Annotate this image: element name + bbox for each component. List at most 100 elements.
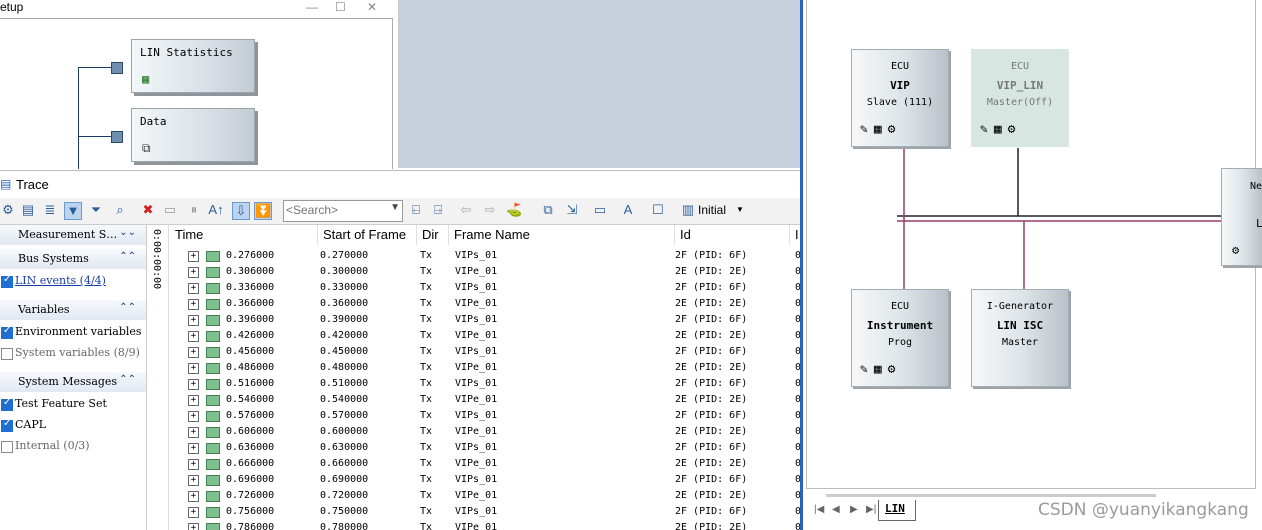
expand-icon[interactable]: ⌃⌃	[119, 302, 136, 313]
expand-icon[interactable]: +	[188, 443, 199, 454]
marker-icon[interactable]: ⛳	[506, 202, 522, 218]
search-next-icon[interactable]: ⍈	[430, 202, 446, 218]
connector-bullet[interactable]	[111, 62, 123, 74]
checkbox[interactable]	[1, 397, 13, 411]
table-row[interactable]: +0.336000 0.330000 Tx VIPs_01 2F (PID: 6F) 0	[170, 280, 800, 296]
column-header-dir[interactable]: Dir	[417, 225, 449, 245]
expand-icon[interactable]: +	[188, 347, 199, 358]
table-row[interactable]: +0.276000 0.270000 Tx VIPs_01 2F (PID: 6F) 0	[170, 248, 800, 264]
table-row[interactable]: +0.546000 0.540000 Tx VIPe_01 2E (PID: 2E) 0	[170, 392, 800, 408]
table-row[interactable]: +0.786000 0.780000 Tx VIPe_01 2E (PID: 2E) 0	[170, 520, 800, 530]
next-tab-icon[interactable]: ▶	[850, 504, 858, 515]
connector-bullet[interactable]	[111, 131, 123, 143]
tab-lin[interactable]: LIN	[878, 500, 916, 521]
table-row[interactable]: +0.696000 0.690000 Tx VIPs_01 2F (PID: 6F) 0	[170, 472, 800, 488]
collapse-icon[interactable]: ⌄⌄	[119, 227, 136, 238]
checkbox[interactable]	[1, 325, 13, 339]
columns-icon[interactable]: ▥	[680, 202, 696, 218]
table-row[interactable]: +0.426000 0.420000 Tx VIPe_01 2E (PID: 2E) 0	[170, 328, 800, 344]
time-mode-icon[interactable]: A↑	[208, 202, 224, 218]
table-row[interactable]: +0.666000 0.660000 Tx VIPe_01 2E (PID: 2E) 0	[170, 456, 800, 472]
horizontal-scrollbar[interactable]	[826, 494, 1156, 497]
ecu-node-vip[interactable]: ECU VIP Slave (111) ✎▦⚙	[851, 49, 949, 147]
chronological-view-icon[interactable]: ⇩	[232, 202, 250, 220]
prev-tab-icon[interactable]: ◀	[832, 504, 840, 515]
lin-statistics-block[interactable]: LIN Statistics ▦	[131, 39, 255, 93]
expand-icon[interactable]: ⌃⌃	[119, 251, 136, 262]
close-button[interactable]: ✕	[367, 0, 377, 14]
filter-config-icon[interactable]: ⚙	[0, 202, 16, 218]
search-previous-icon[interactable]: ⍇	[408, 202, 424, 218]
gear-icon[interactable]: ⚙	[1232, 243, 1239, 257]
checkbox[interactable]	[1, 418, 13, 432]
expand-icon[interactable]: +	[188, 267, 199, 278]
table-row[interactable]: +0.606000 0.600000 Tx VIPe_01 2E (PID: 2E) 0	[170, 424, 800, 440]
arrow-left-icon[interactable]: ⇦	[458, 202, 474, 218]
group-measurement-setup[interactable]: Measurement S… ⌄⌄	[0, 225, 146, 245]
scroll-lock-icon[interactable]: ▭	[162, 202, 178, 218]
detail-view-icon[interactable]: ≣	[42, 202, 58, 218]
find-icon[interactable]: ⌕	[112, 202, 128, 218]
ecu-node-vip-lin[interactable]: ECU VIP_LIN Master(Off) ✎▦⚙	[971, 49, 1069, 147]
first-tab-icon[interactable]: |◀	[814, 504, 824, 515]
column-header-next[interactable]: I	[790, 225, 800, 245]
table-row[interactable]: +0.366000 0.360000 Tx VIPe_01 2E (PID: 2E) 0	[170, 296, 800, 312]
filter-active-icon[interactable]: ⏬	[254, 202, 272, 220]
table-row[interactable]: +0.636000 0.630000 Tx VIPs_01 2F (PID: 6F) 0	[170, 440, 800, 456]
window-icon[interactable]: ☐	[650, 202, 666, 218]
expand-icon[interactable]: +	[188, 331, 199, 342]
expand-icon[interactable]: ⌃⌃	[119, 374, 136, 385]
expand-icon[interactable]: +	[188, 459, 199, 470]
column-header-start-of-frame[interactable]: Start of Frame	[318, 225, 417, 245]
filter-funnel-icon[interactable]: ⏷	[88, 202, 104, 218]
ecu-toolbar-icons[interactable]: ✎▦⚙	[980, 122, 1021, 137]
expand-icon[interactable]: +	[188, 523, 199, 530]
group-bus-systems[interactable]: Bus Systems ⌃⌃	[0, 249, 146, 269]
expand-icon[interactable]: +	[188, 507, 199, 518]
column-header-id[interactable]: Id	[675, 225, 790, 245]
ecu-toolbar-icons[interactable]: ✎▦⚙	[860, 122, 901, 137]
maximize-button[interactable]: ☐	[335, 0, 346, 14]
expand-icon[interactable]: +	[188, 251, 199, 262]
search-combobox[interactable]: ▼	[283, 200, 403, 222]
network-node-partial[interactable]: Ne L ⚙	[1221, 168, 1262, 266]
table-row[interactable]: +0.576000 0.570000 Tx VIPs_01 2F (PID: 6F) 0	[170, 408, 800, 424]
layout-icon[interactable]: ▭	[592, 202, 608, 218]
pause-icon[interactable]: ⏸	[186, 202, 202, 218]
column-header-time[interactable]: Time	[170, 225, 318, 245]
expand-icon[interactable]: +	[188, 379, 199, 390]
expand-icon[interactable]: +	[188, 363, 199, 374]
expand-icon[interactable]: +	[188, 283, 199, 294]
expand-icon[interactable]: +	[188, 315, 199, 326]
column-header-frame-name[interactable]: Frame Name	[449, 225, 675, 245]
expand-icon[interactable]: +	[188, 395, 199, 406]
ecu-toolbar-icons[interactable]: ✎▦⚙	[860, 362, 901, 377]
expand-icon[interactable]: +	[188, 475, 199, 486]
table-row[interactable]: +0.726000 0.720000 Tx VIPe_01 2E (PID: 2E) 0	[170, 488, 800, 504]
group-system-messages[interactable]: System Messages ⌃⌃	[0, 372, 146, 392]
expand-icon[interactable]: +	[188, 427, 199, 438]
clear-icon[interactable]: ✖	[140, 202, 156, 218]
minimize-button[interactable]: —	[306, 0, 318, 14]
export-icon[interactable]: ⇲	[564, 202, 580, 218]
toggle-filter-icon[interactable]: ▼	[64, 202, 82, 220]
i-generator-node[interactable]: I-Generator LIN ISC Master	[971, 289, 1069, 387]
table-row[interactable]: +0.516000 0.510000 Tx VIPs_01 2F (PID: 6F) 0	[170, 376, 800, 392]
search-input[interactable]	[284, 201, 384, 219]
column-config-icon[interactable]: ▤	[20, 202, 36, 218]
copy-icon[interactable]: ⧉	[540, 202, 556, 218]
table-row[interactable]: +0.396000 0.390000 Tx VIPs_01 2F (PID: 6F) 0	[170, 312, 800, 328]
group-variables[interactable]: Variables ⌃⌃	[0, 300, 146, 320]
ecu-node-instrument[interactable]: ECU Instrument Prog ✎▦⚙	[851, 289, 949, 387]
initial-layout-dropdown[interactable]: Initial	[698, 203, 726, 217]
table-row[interactable]: +0.756000 0.750000 Tx VIPs_01 2F (PID: 6F) 0	[170, 504, 800, 520]
expand-icon[interactable]: +	[188, 411, 199, 422]
expand-icon[interactable]: +	[188, 299, 199, 310]
checkbox[interactable]	[1, 441, 13, 453]
data-block[interactable]: Data ⧉	[131, 108, 255, 162]
chevron-down-icon[interactable]: ▼	[736, 205, 744, 214]
table-row[interactable]: +0.456000 0.450000 Tx VIPs_01 2F (PID: 6F) 0	[170, 344, 800, 360]
table-row[interactable]: +0.306000 0.300000 Tx VIPe_01 2E (PID: 2E) 0	[170, 264, 800, 280]
expand-icon[interactable]: +	[188, 491, 199, 502]
font-icon[interactable]: A	[620, 202, 636, 218]
